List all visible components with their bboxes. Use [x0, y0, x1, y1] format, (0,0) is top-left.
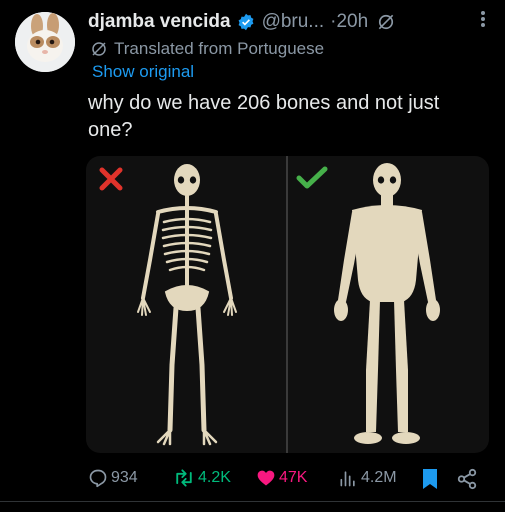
image-divider — [286, 156, 288, 453]
rabbit-avatar-image — [15, 12, 75, 72]
reply-count: 934 — [111, 469, 138, 486]
bottom-divider — [0, 501, 505, 502]
post-header: djamba vencida @bru... · 20h — [88, 8, 495, 36]
analytics-icon — [340, 471, 355, 487]
skeleton-illustration — [137, 164, 237, 446]
views-button[interactable]: 4.2M — [338, 468, 397, 488]
repost-count: 4.2K — [198, 469, 231, 486]
translation-notice: Translated from Portuguese — [90, 38, 324, 60]
reply-icon — [89, 469, 107, 488]
reply-button[interactable]: 934 — [88, 468, 138, 488]
post-text: why do we have 206 bones and not just on… — [88, 92, 440, 141]
post-image[interactable] — [86, 156, 489, 453]
repost-button[interactable]: 4.2K — [173, 468, 231, 488]
share-icon[interactable] — [456, 468, 478, 490]
more-options-icon[interactable] — [479, 9, 487, 29]
action-bar: 934 4.2K 47K 4.2M — [88, 464, 493, 494]
like-count: 47K — [279, 469, 308, 486]
post-time[interactable]: 20h — [336, 11, 368, 33]
translate-icon — [92, 42, 106, 56]
verified-badge-icon — [238, 13, 253, 31]
translated-label: Translated from Portuguese — [114, 39, 325, 58]
view-count: 4.2M — [361, 469, 397, 486]
grok-icon[interactable] — [376, 12, 396, 32]
bookmark-icon[interactable] — [420, 468, 440, 490]
avatar[interactable] — [15, 12, 75, 72]
show-original-link[interactable]: Show original — [92, 62, 194, 82]
single-bone-body-illustration — [334, 163, 440, 444]
cross-icon — [99, 167, 123, 191]
user-handle[interactable]: @bru... — [262, 11, 325, 33]
like-button[interactable]: 47K — [256, 468, 307, 488]
repost-icon — [176, 469, 192, 487]
heart-icon — [257, 470, 275, 486]
display-name[interactable]: djamba vencida — [88, 11, 231, 33]
